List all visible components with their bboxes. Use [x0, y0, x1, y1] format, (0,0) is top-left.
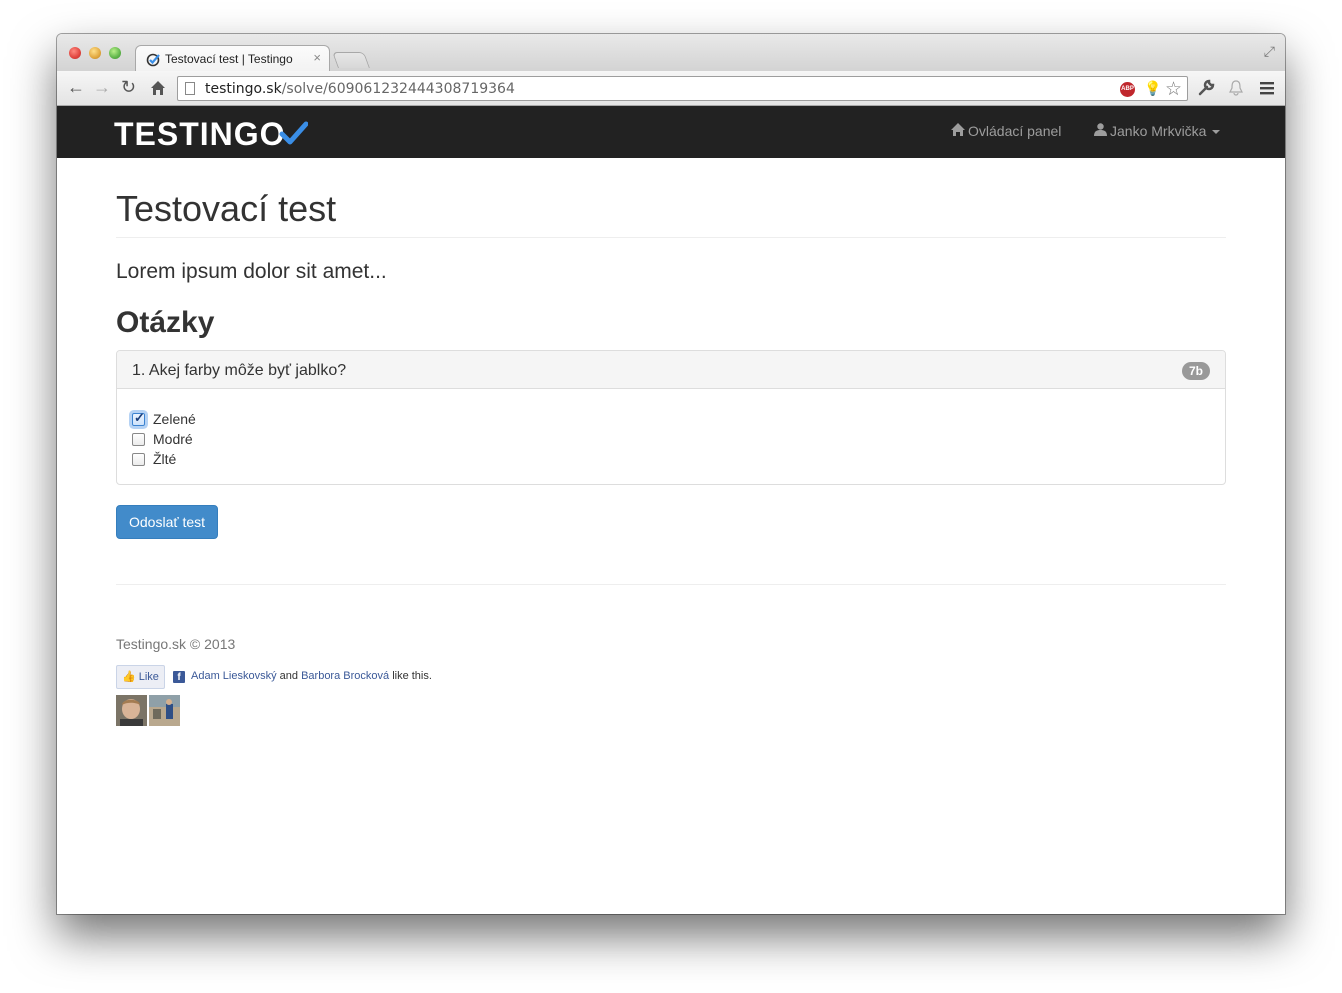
brand-logo[interactable]: TESTINGO: [114, 116, 308, 153]
user-icon: [1094, 123, 1107, 136]
url-text[interactable]: testingo.sk/solve/609061232444308719364: [205, 81, 515, 97]
new-tab-button[interactable]: [332, 52, 370, 68]
question-heading: 1. Akej farby môže byť jablko? 7b: [117, 351, 1225, 389]
forward-icon[interactable]: →: [93, 77, 111, 97]
testingo-favicon-icon: [146, 53, 160, 67]
points-badge: 7b: [1181, 362, 1210, 380]
facebook-social-text: Adam Lieskovský and Barbora Brocková lik…: [191, 670, 432, 682]
minimize-window-button[interactable]: [89, 47, 101, 59]
like-label: Like: [138, 671, 159, 683]
bookmark-star-icon[interactable]: ☆: [1165, 78, 1182, 101]
caret-down-icon: [1212, 130, 1221, 135]
question-text: 1. Akej farby môže byť jablko?: [132, 362, 347, 379]
close-window-button[interactable]: [69, 47, 81, 59]
reload-icon[interactable]: ↻: [121, 77, 136, 97]
like-suffix-text: like this.: [392, 670, 432, 682]
friend-link-barbora[interactable]: Barbora Brocková: [301, 670, 389, 682]
question-panel: 1. Akej farby môže byť jablko? 7b Zelené…: [116, 350, 1226, 485]
notification-bell-icon[interactable]: [1229, 80, 1243, 96]
facebook-like-button[interactable]: 👍 Like: [116, 665, 165, 689]
brand-text: TESTINGO: [114, 116, 286, 152]
title-bar: Testovací test | Testingo × ⤢: [57, 34, 1285, 72]
and-text: and: [279, 670, 299, 682]
test-description: Lorem ipsum dolor sit amet...: [116, 260, 387, 283]
option-zlte[interactable]: Žlté: [132, 449, 196, 469]
submit-test-button[interactable]: Odoslať test: [116, 505, 219, 539]
thumbs-up-icon: 👍: [122, 671, 136, 683]
friend-avatar[interactable]: [149, 695, 180, 726]
friend-avatar[interactable]: [116, 695, 147, 726]
web-page: TESTINGO Ovládací panel Janko Mrkvička T…: [57, 106, 1285, 914]
checkbox-zelene[interactable]: [132, 410, 145, 426]
tab-title: Testovací test | Testingo: [165, 52, 293, 66]
lightbulb-icon[interactable]: 💡: [1144, 80, 1161, 97]
footer-divider: [116, 584, 1226, 585]
wrench-icon[interactable]: [1197, 79, 1215, 97]
home-icon[interactable]: [150, 80, 166, 96]
back-icon[interactable]: ←: [67, 77, 85, 97]
browser-toolbar: ← → ↻ testingo.sk/solve/6090612324443087…: [57, 71, 1285, 106]
browser-window: Testovací test | Testingo × ⤢ ← → ↻ test…: [57, 34, 1285, 914]
dashboard-label: Ovládací panel: [968, 123, 1062, 139]
option-label: Modré: [153, 431, 193, 447]
option-label: Zelené: [153, 411, 196, 427]
fullscreen-icon[interactable]: ⤢: [1264, 43, 1275, 60]
nav-user-dropdown[interactable]: Janko Mrkvička: [1094, 123, 1221, 139]
brand-check-icon: [279, 121, 308, 144]
menu-icon[interactable]: [1260, 81, 1274, 95]
facebook-icon: f: [173, 671, 185, 683]
nav-dashboard-link[interactable]: Ovládací panel: [951, 123, 1061, 139]
address-bar[interactable]: testingo.sk/solve/609061232444308719364 …: [177, 76, 1188, 101]
browser-tab[interactable]: Testovací test | Testingo ×: [135, 45, 330, 72]
friend-link-adam[interactable]: Adam Lieskovský: [191, 670, 277, 682]
page-title: Testovací test: [116, 188, 337, 229]
questions-heading: Otázky: [116, 306, 215, 339]
title-divider: [116, 237, 1226, 238]
option-modre[interactable]: Modré: [132, 429, 196, 449]
page-icon: [185, 82, 195, 95]
option-label: Žlté: [153, 451, 177, 467]
site-navbar: TESTINGO Ovládací panel Janko Mrkvička: [57, 106, 1285, 158]
tab-close-icon[interactable]: ×: [313, 50, 321, 65]
checkbox-zlte[interactable]: [132, 452, 145, 466]
zoom-window-button[interactable]: [109, 47, 121, 59]
adblock-icon[interactable]: ABP: [1120, 82, 1135, 97]
answer-options: Zelené Modré Žlté: [132, 409, 196, 469]
user-name: Janko Mrkvička: [1110, 123, 1207, 139]
home-icon: [951, 123, 965, 136]
copyright-text: Testingo.sk © 2013: [116, 636, 236, 652]
checkbox-modre[interactable]: [132, 432, 145, 446]
option-zelene[interactable]: Zelené: [132, 409, 196, 429]
